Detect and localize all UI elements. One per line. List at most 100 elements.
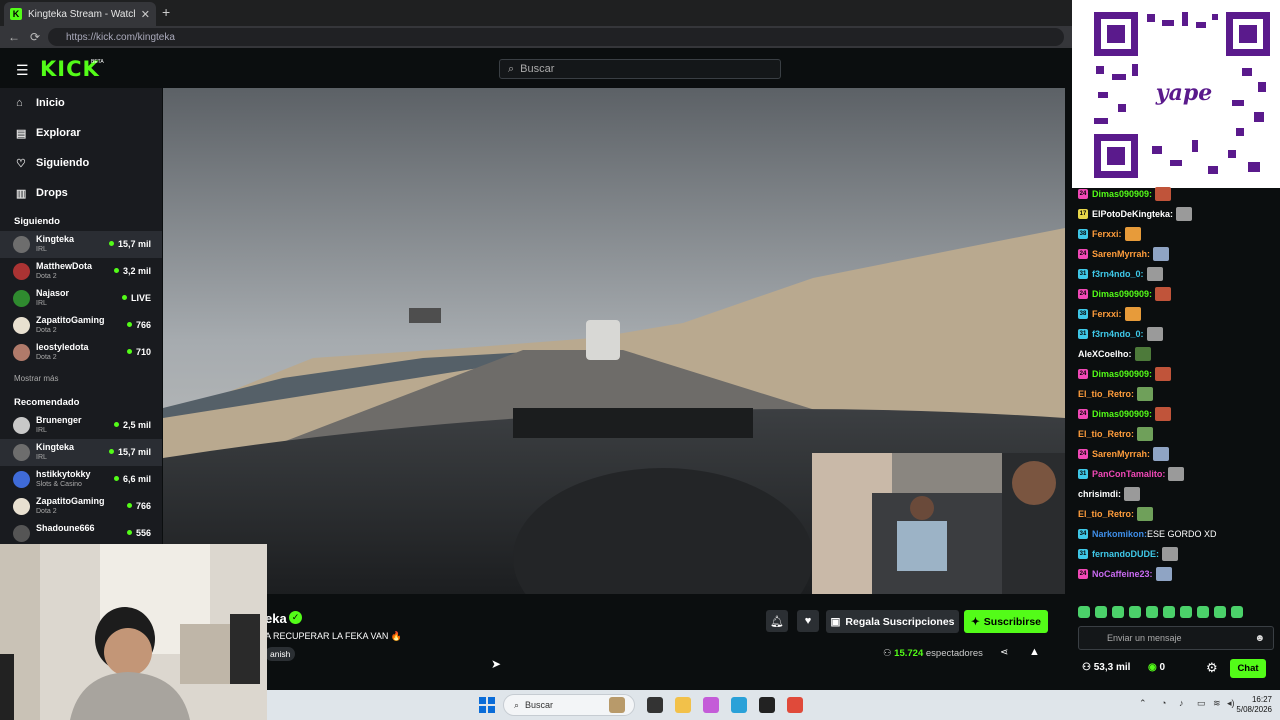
recommended-channel[interactable]: ZapatitoGaming Dota 2 766	[0, 493, 162, 520]
chat-username[interactable]: AleXCoelho:	[1078, 349, 1132, 359]
chat-username[interactable]: ElPotoDeKingteka:	[1092, 209, 1173, 219]
emote-icon[interactable]	[1112, 606, 1124, 618]
chat-username[interactable]: Dimas090909:	[1092, 369, 1152, 379]
copilot-icon[interactable]	[703, 697, 719, 713]
chat-username[interactable]: Dimas090909:	[1092, 409, 1152, 419]
menu-hamburger-icon[interactable]: ☰	[16, 62, 29, 79]
chat-username[interactable]: El_tio_Retro:	[1078, 509, 1134, 519]
emote-icon	[1155, 407, 1172, 421]
sidebar-item-label: Inicio	[36, 97, 65, 109]
chat-username[interactable]: SarenMyrrah:	[1092, 249, 1150, 259]
chat-send-button[interactable]: Chat	[1230, 659, 1266, 678]
kick-coins[interactable]: ◉ 0	[1148, 662, 1165, 673]
chat-username[interactable]: PanConTamalito:	[1092, 469, 1165, 479]
sidebar-item-explorar[interactable]: ▤ Explorar	[0, 118, 162, 148]
bell-icon[interactable]: 🔔︎	[766, 610, 788, 632]
recommended-channel[interactable]: Shadoune666 556	[0, 520, 162, 547]
points-icon: ⚇	[1082, 662, 1094, 673]
file-explorer-icon[interactable]	[675, 697, 691, 713]
following-channel[interactable]: MatthewDota Dota 2 3,2 mil	[0, 258, 162, 285]
chat-message: AleXCoelho:	[1078, 345, 1151, 363]
emote-icon[interactable]	[1231, 606, 1243, 618]
channel-name: Brunenger	[36, 415, 82, 425]
chat-username[interactable]: El_tio_Retro:	[1078, 389, 1134, 399]
channel-name: Kingteka	[36, 234, 75, 244]
subscriber-badge-icon: 34	[1078, 529, 1088, 539]
channel-points[interactable]: ⚇ 53,3 mil	[1082, 662, 1130, 673]
emote-icon[interactable]	[1214, 606, 1226, 618]
sidebar-item-label: Drops	[36, 187, 68, 199]
chat-message: El_tio_Retro:	[1078, 425, 1154, 443]
avatar	[13, 317, 30, 334]
chat-username[interactable]: El_tio_Retro:	[1078, 429, 1134, 439]
chat-username[interactable]: Dimas090909:	[1092, 289, 1152, 299]
emote-icon[interactable]	[1078, 606, 1090, 618]
gear-icon[interactable]: ⚙	[1206, 660, 1218, 676]
sidebar-item-siguiendo[interactable]: ♡ Siguiendo	[0, 148, 162, 178]
chat-username[interactable]: Ferxxi:	[1092, 229, 1122, 239]
show-more-link[interactable]: Mostrar más	[0, 366, 162, 389]
chat-input[interactable]: Enviar un mensaje ☻	[1078, 626, 1274, 650]
browser-tab[interactable]: K Kingteka Stream - Watch Live on Kick ✕	[4, 2, 156, 26]
sidebar-item-inicio[interactable]: ⌂ Inicio	[0, 88, 162, 118]
heart-icon[interactable]: ♥	[797, 610, 819, 632]
emote-icon[interactable]	[1129, 606, 1141, 618]
emote-bar[interactable]	[1078, 606, 1274, 620]
subscribe-button[interactable]: ✦ Suscribirse	[964, 610, 1048, 633]
emote-icon[interactable]	[1180, 606, 1192, 618]
chat-username[interactable]: Narkomikon:	[1092, 529, 1147, 539]
task-view-icon[interactable]	[647, 697, 663, 713]
viewers-icon: ⚇	[883, 648, 892, 659]
chat-username[interactable]: NoCaffeine23:	[1092, 569, 1153, 579]
windows-start-icon[interactable]	[479, 697, 495, 713]
chat-username[interactable]: chrisimdi:	[1078, 489, 1121, 499]
display-icon[interactable]: ▭	[1197, 698, 1206, 709]
obs-icon[interactable]	[759, 697, 775, 713]
recommended-channel[interactable]: hstikkytokky Slots & Casino 6,6 mil	[0, 466, 162, 493]
coins-value: 0	[1159, 662, 1166, 673]
recommended-channel[interactable]: Kingteka IRL 15,7 mil	[0, 439, 162, 466]
network-icon[interactable]: ◔	[1161, 698, 1166, 708]
yape-qr-code: yape	[1072, 0, 1280, 188]
system-clock[interactable]: 16:27 5/08/2026	[1236, 695, 1272, 715]
emoji-picker-icon[interactable]: ☻	[1254, 633, 1265, 644]
volume-icon[interactable]: ◂)	[1227, 698, 1235, 709]
following-channel[interactable]: Kingteka IRL 15,7 mil	[0, 231, 162, 258]
report-icon[interactable]: ▲	[1029, 646, 1040, 658]
chat-username[interactable]: fernandoDUDE:	[1092, 549, 1159, 559]
chat-username[interactable]: SarenMyrrah:	[1092, 449, 1150, 459]
streamer-name[interactable]: eka	[265, 611, 287, 626]
chat-username[interactable]: f3rn4ndo_0:	[1092, 269, 1144, 279]
yape-logo-text: yape	[1155, 80, 1212, 106]
chat-username[interactable]: f3rn4ndo_0:	[1092, 329, 1144, 339]
share-icon[interactable]: ⋖	[1000, 647, 1008, 658]
channel-category: IRL	[36, 454, 47, 461]
sidebar-item-drops[interactable]: ▥ Drops	[0, 178, 162, 208]
following-channel[interactable]: leostyledota Dota 2 710	[0, 339, 162, 366]
back-arrow-icon[interactable]: ←	[8, 30, 30, 44]
gift-subs-button[interactable]: ▣ Regala Suscripciones	[826, 610, 959, 633]
emote-icon[interactable]	[1197, 606, 1209, 618]
emote-icon[interactable]	[1163, 606, 1175, 618]
following-channel[interactable]: ZapatitoGaming Dota 2 766	[0, 312, 162, 339]
emote-icon[interactable]	[1146, 606, 1158, 618]
wifi-icon[interactable]: ≋	[1213, 698, 1221, 709]
edge-icon[interactable]	[731, 697, 747, 713]
chat-message: 24 SarenMyrrah:	[1078, 245, 1170, 263]
chat-message: 24 NoCaffeine23:	[1078, 565, 1172, 583]
news-widget-icon[interactable]	[609, 697, 625, 713]
tray-chevron-icon[interactable]: ⌃	[1139, 698, 1147, 709]
emote-icon[interactable]	[1095, 606, 1107, 618]
chat-username[interactable]: Dimas090909:	[1092, 189, 1152, 199]
url-field[interactable]: https://kick.com/kingteka	[48, 28, 1064, 46]
viewer-count: 710	[127, 347, 151, 357]
language-tag[interactable]: anish	[265, 647, 296, 661]
recommended-channel[interactable]: Brunenger IRL 2,5 mil	[0, 412, 162, 439]
chat-username[interactable]: Ferxxi:	[1092, 309, 1122, 319]
tab-close-icon[interactable]: ✕	[141, 8, 150, 21]
new-tab-button[interactable]: +	[162, 4, 170, 20]
chrome-icon[interactable]	[787, 697, 803, 713]
following-channel[interactable]: Najasor IRL LIVE	[0, 285, 162, 312]
search-input[interactable]: ⌕ Buscar	[499, 59, 781, 79]
microphone-icon[interactable]: ♪	[1179, 698, 1184, 708]
